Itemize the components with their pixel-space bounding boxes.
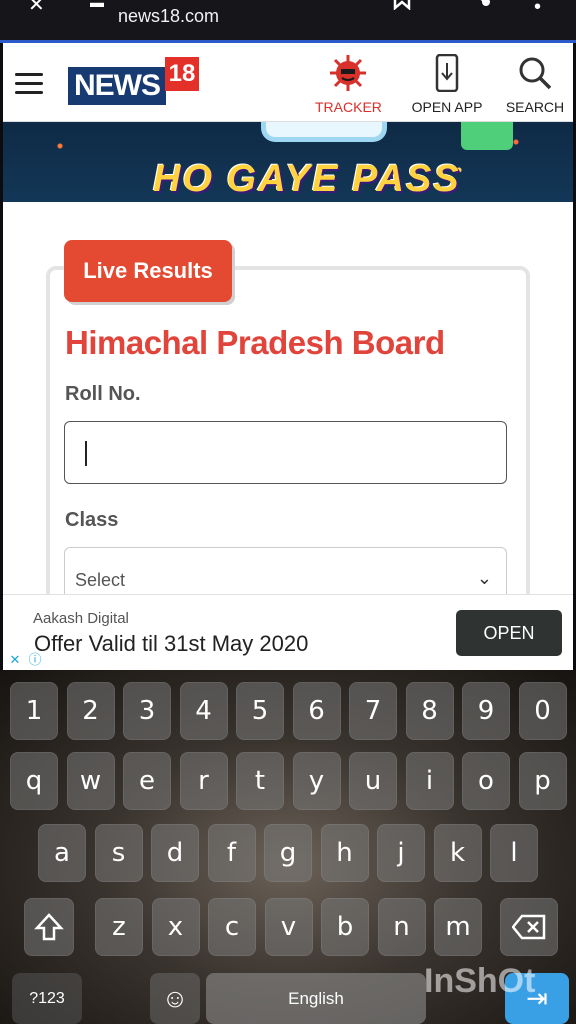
class-select[interactable]: Select ⌄ [64,547,507,594]
share-icon[interactable] [468,0,492,18]
bookmark-icon[interactable] [390,0,414,16]
phone-download-icon [407,53,487,93]
key-t[interactable]: t [236,752,284,810]
key-4[interactable]: 4 [179,682,228,740]
inshot-watermark: InShOt [424,962,536,1000]
key-k[interactable]: k [433,824,482,882]
key-1[interactable]: 1 [10,682,58,740]
ad-sponsor: Aakash Digital [33,610,129,627]
shift-key[interactable] [24,898,74,956]
space-bar[interactable]: English [206,973,426,1024]
roll-number-label: Roll No. [65,383,141,405]
key-a[interactable]: a [38,824,86,882]
on-screen-keyboard: 1234567890 qwertyuiop asdfghjkl zxcvbnm … [0,670,576,1024]
class-label: Class [65,509,119,531]
text-caret [85,441,87,466]
banner-title: HO GAYE PASS [153,158,461,200]
logo-number: 18 [165,57,199,91]
key-r[interactable]: r [179,752,228,810]
key-j[interactable]: j [377,824,425,882]
ad-close-icon[interactable]: ✕ [6,651,24,669]
menu-icon[interactable] [15,73,43,95]
mail-icon [461,122,513,150]
key-p[interactable]: p [518,752,567,810]
more-icon[interactable]: • [534,0,541,19]
key-2[interactable]: 2 [66,682,115,740]
key-c[interactable]: c [208,898,256,956]
ad-banner[interactable]: Aakash Digital Offer Valid til 31st May … [3,594,573,670]
virus-icon [315,53,381,93]
tracker-button[interactable]: TRACKER [315,53,382,115]
logo-text: NEWS [68,67,166,105]
ad-headline: Offer Valid til 31st May 2020 [34,631,309,656]
key-i[interactable]: i [405,752,454,810]
key-u[interactable]: u [349,752,397,810]
open-app-button[interactable]: OPEN APP [407,53,487,115]
tracker-label: TRACKER [315,99,382,115]
key-d[interactable]: d [151,824,199,882]
browser-status-bar: ✕ ▬ news18.com • [0,0,576,40]
backspace-key[interactable] [500,898,558,956]
search-icon [505,53,565,93]
key-v[interactable]: v [264,898,313,956]
key-e[interactable]: e [123,752,171,810]
board-title: Himachal Pradesh Board [65,324,445,361]
key-q[interactable]: q [10,752,58,810]
tab-icon[interactable]: ▬ [90,0,104,10]
key-6[interactable]: 6 [292,682,341,740]
ad-info-icon[interactable]: ⓘ [26,651,44,669]
key-x[interactable]: x [151,898,200,956]
emoji-icon[interactable]: ☺ [150,973,200,1024]
key-n[interactable]: n [377,898,426,956]
key-b[interactable]: b [321,898,369,956]
close-icon[interactable]: ✕ [28,0,45,17]
key-l[interactable]: l [490,824,538,882]
live-results-badge: Live Results [64,240,232,302]
key-z[interactable]: z [95,898,143,956]
key-f[interactable]: f [207,824,256,882]
symbols-key[interactable]: ?123 [12,973,82,1024]
url-text[interactable]: news18.com [118,6,219,27]
key-g[interactable]: g [264,824,312,882]
key-m[interactable]: m [434,898,482,956]
key-s[interactable]: s [94,824,143,882]
site-header: NEWS 18 TRACKER OPEN APP SEARCH [3,43,573,122]
key-w[interactable]: w [66,752,115,810]
key-8[interactable]: 8 [405,682,454,740]
ad-open-button[interactable]: OPEN [456,610,562,656]
key-9[interactable]: 9 [462,682,510,740]
chevron-down-icon: ⌄ [476,568,492,588]
roll-number-input[interactable] [64,421,507,484]
key-h[interactable]: h [320,824,369,882]
ad-choices[interactable]: ✕ ⓘ [6,651,44,669]
open-app-label: OPEN APP [411,99,483,115]
results-section: Live Results Himachal Pradesh Board Roll… [3,202,573,594]
key-0[interactable]: 0 [518,682,567,740]
key-7[interactable]: 7 [349,682,397,740]
key-y[interactable]: y [292,752,341,810]
key-o[interactable]: o [462,752,510,810]
search-button[interactable]: SEARCH [505,53,565,115]
search-label: SEARCH [505,99,565,115]
key-3[interactable]: 3 [123,682,171,740]
class-select-value: Select [75,570,126,590]
promo-banner[interactable]: HO GAYE PASS [3,122,573,202]
phone-illustration [261,122,387,142]
key-5[interactable]: 5 [236,682,284,740]
